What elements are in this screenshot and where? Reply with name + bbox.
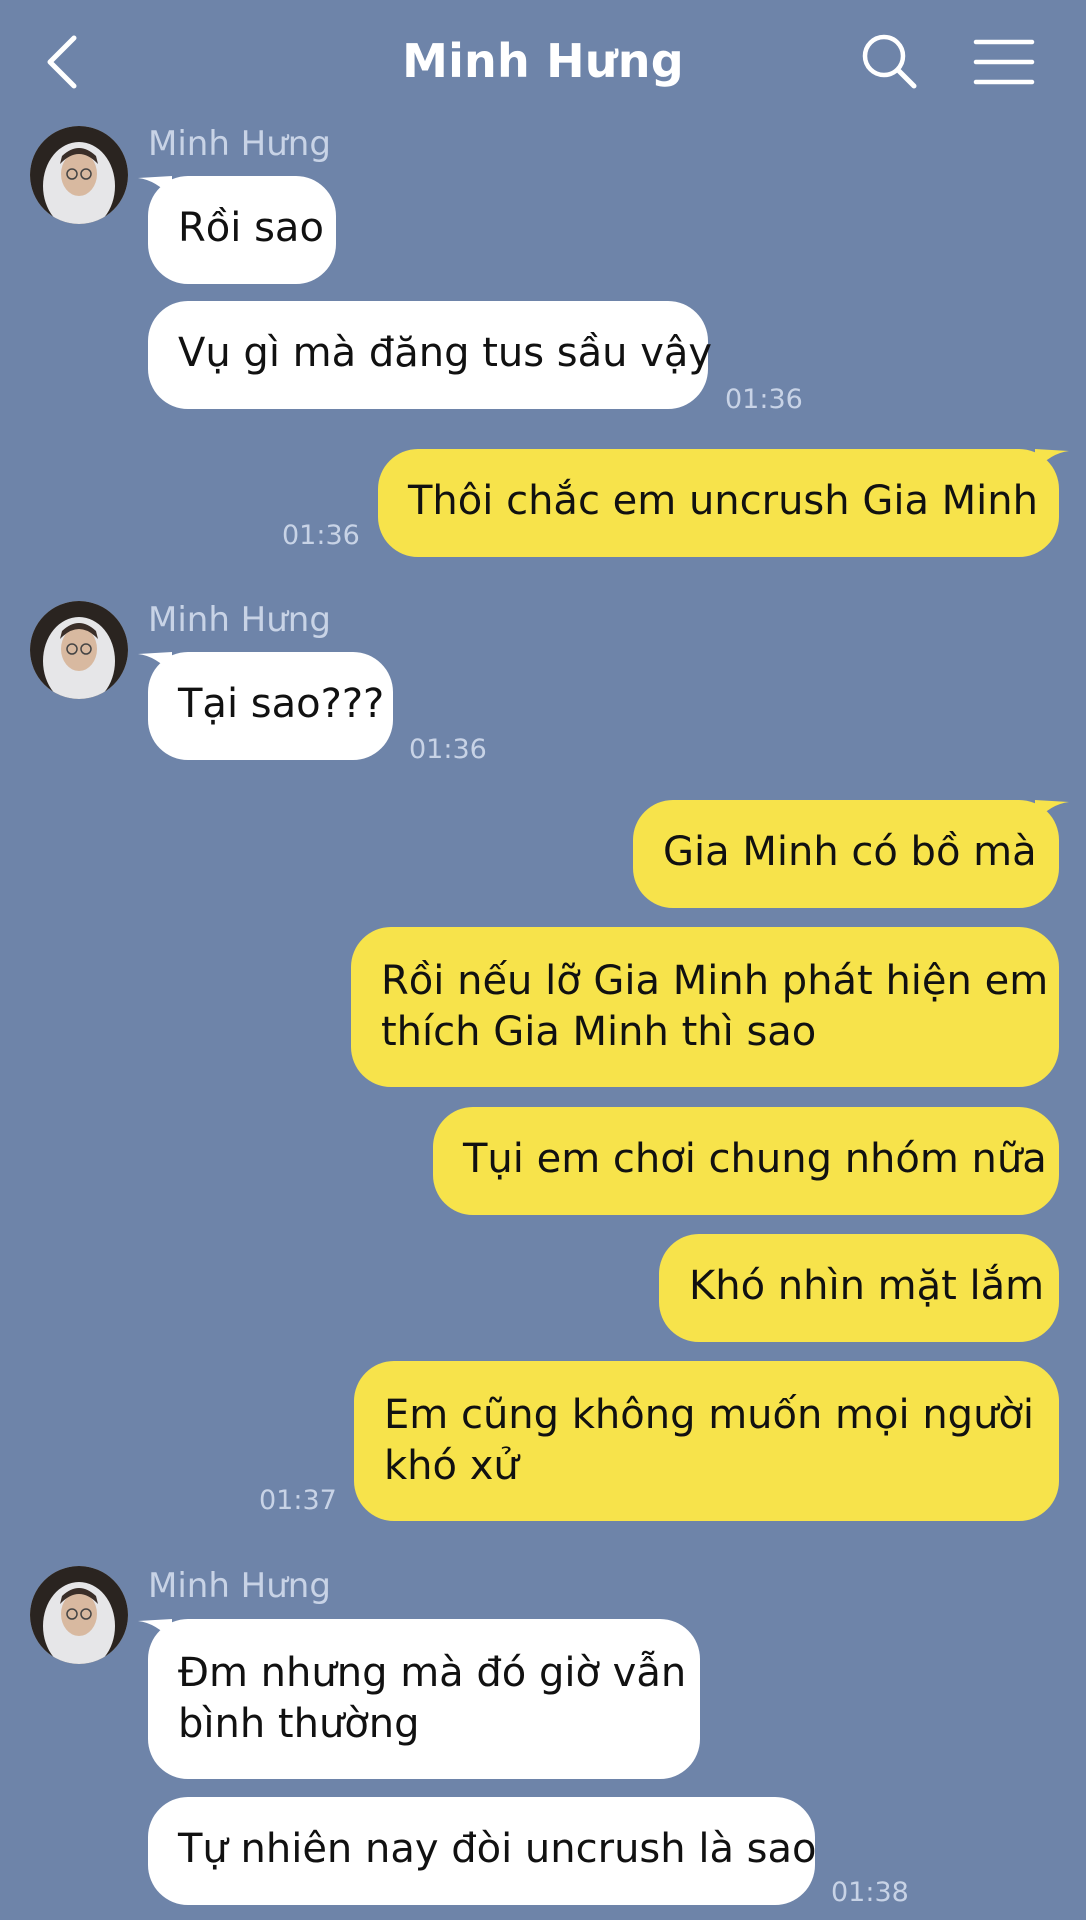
sender-name: Minh Hưng	[148, 600, 331, 640]
avatar-image	[30, 601, 128, 699]
bubble-tail	[138, 176, 172, 198]
message-text-line: Em cũng không muốn mọi người	[384, 1392, 1034, 1438]
message-text-line: Rồi nếu lỡ Gia Minh phát hiện em	[381, 958, 1049, 1004]
message-bubble[interactable]: Tự nhiên nay đòi uncrush là sao	[148, 1797, 817, 1905]
message-text-line: Đm nhưng mà đó giờ vẫn	[178, 1650, 687, 1696]
avatar[interactable]	[30, 601, 128, 699]
message-bubble[interactable]: Tại sao???	[138, 652, 393, 760]
message-bubble[interactable]: Khó nhìn mặt lắm	[659, 1234, 1059, 1342]
bubble-tail	[138, 652, 172, 674]
message-bubble[interactable]: Rồi nếu lỡ Gia Minh phát hiện em thích G…	[351, 927, 1059, 1087]
bubble-tail	[138, 1619, 172, 1641]
message-bubble[interactable]: Vụ gì mà đăng tus sầu vậy	[148, 301, 712, 409]
message-time: 01:38	[831, 1877, 909, 1908]
avatar[interactable]	[30, 126, 128, 224]
message-time: 01:36	[409, 734, 487, 765]
sender-name: Minh Hưng	[148, 124, 331, 164]
bubble-tail	[1035, 800, 1069, 822]
message-text: Tự nhiên nay đòi uncrush là sao	[178, 1826, 817, 1872]
message-text: Vụ gì mà đăng tus sầu vậy	[178, 330, 713, 376]
sender-name: Minh Hưng	[148, 1566, 331, 1606]
message-text-line: bình thường	[178, 1701, 420, 1747]
message-bubble[interactable]: Rồi sao	[138, 176, 336, 284]
message-time: 01:36	[282, 520, 360, 551]
message-time: 01:36	[725, 384, 803, 415]
message-bubble[interactable]: Tụi em chơi chung nhóm nữa	[433, 1107, 1059, 1215]
avatar-image	[30, 1566, 128, 1664]
message-bubble[interactable]: Em cũng không muốn mọi người khó xử	[354, 1361, 1059, 1521]
message-list[interactable]: Minh Hưng Rồi sao Vụ gì mà đăng tus sầu …	[0, 0, 1086, 1920]
bubble-tail	[1035, 449, 1069, 471]
message-text-line: thích Gia Minh thì sao	[381, 1009, 817, 1055]
message-time: 01:37	[259, 1485, 337, 1516]
message-bubble[interactable]: Thôi chắc em uncrush Gia Minh	[378, 449, 1069, 557]
avatar-image	[30, 126, 128, 224]
message-text: Gia Minh có bồ mà	[663, 829, 1037, 875]
message-bubble[interactable]: Gia Minh có bồ mà	[633, 800, 1069, 908]
message-text: Tại sao???	[178, 681, 385, 727]
message-text: Thôi chắc em uncrush Gia Minh	[408, 478, 1038, 524]
message-text: Tụi em chơi chung nhóm nữa	[463, 1136, 1047, 1182]
avatar[interactable]	[30, 1566, 128, 1664]
message-text: Rồi sao	[178, 205, 324, 251]
message-bubble[interactable]: Đm nhưng mà đó giờ vẫn bình thường	[138, 1619, 700, 1779]
message-text-line: khó xử	[384, 1443, 519, 1489]
message-text: Khó nhìn mặt lắm	[689, 1263, 1045, 1309]
